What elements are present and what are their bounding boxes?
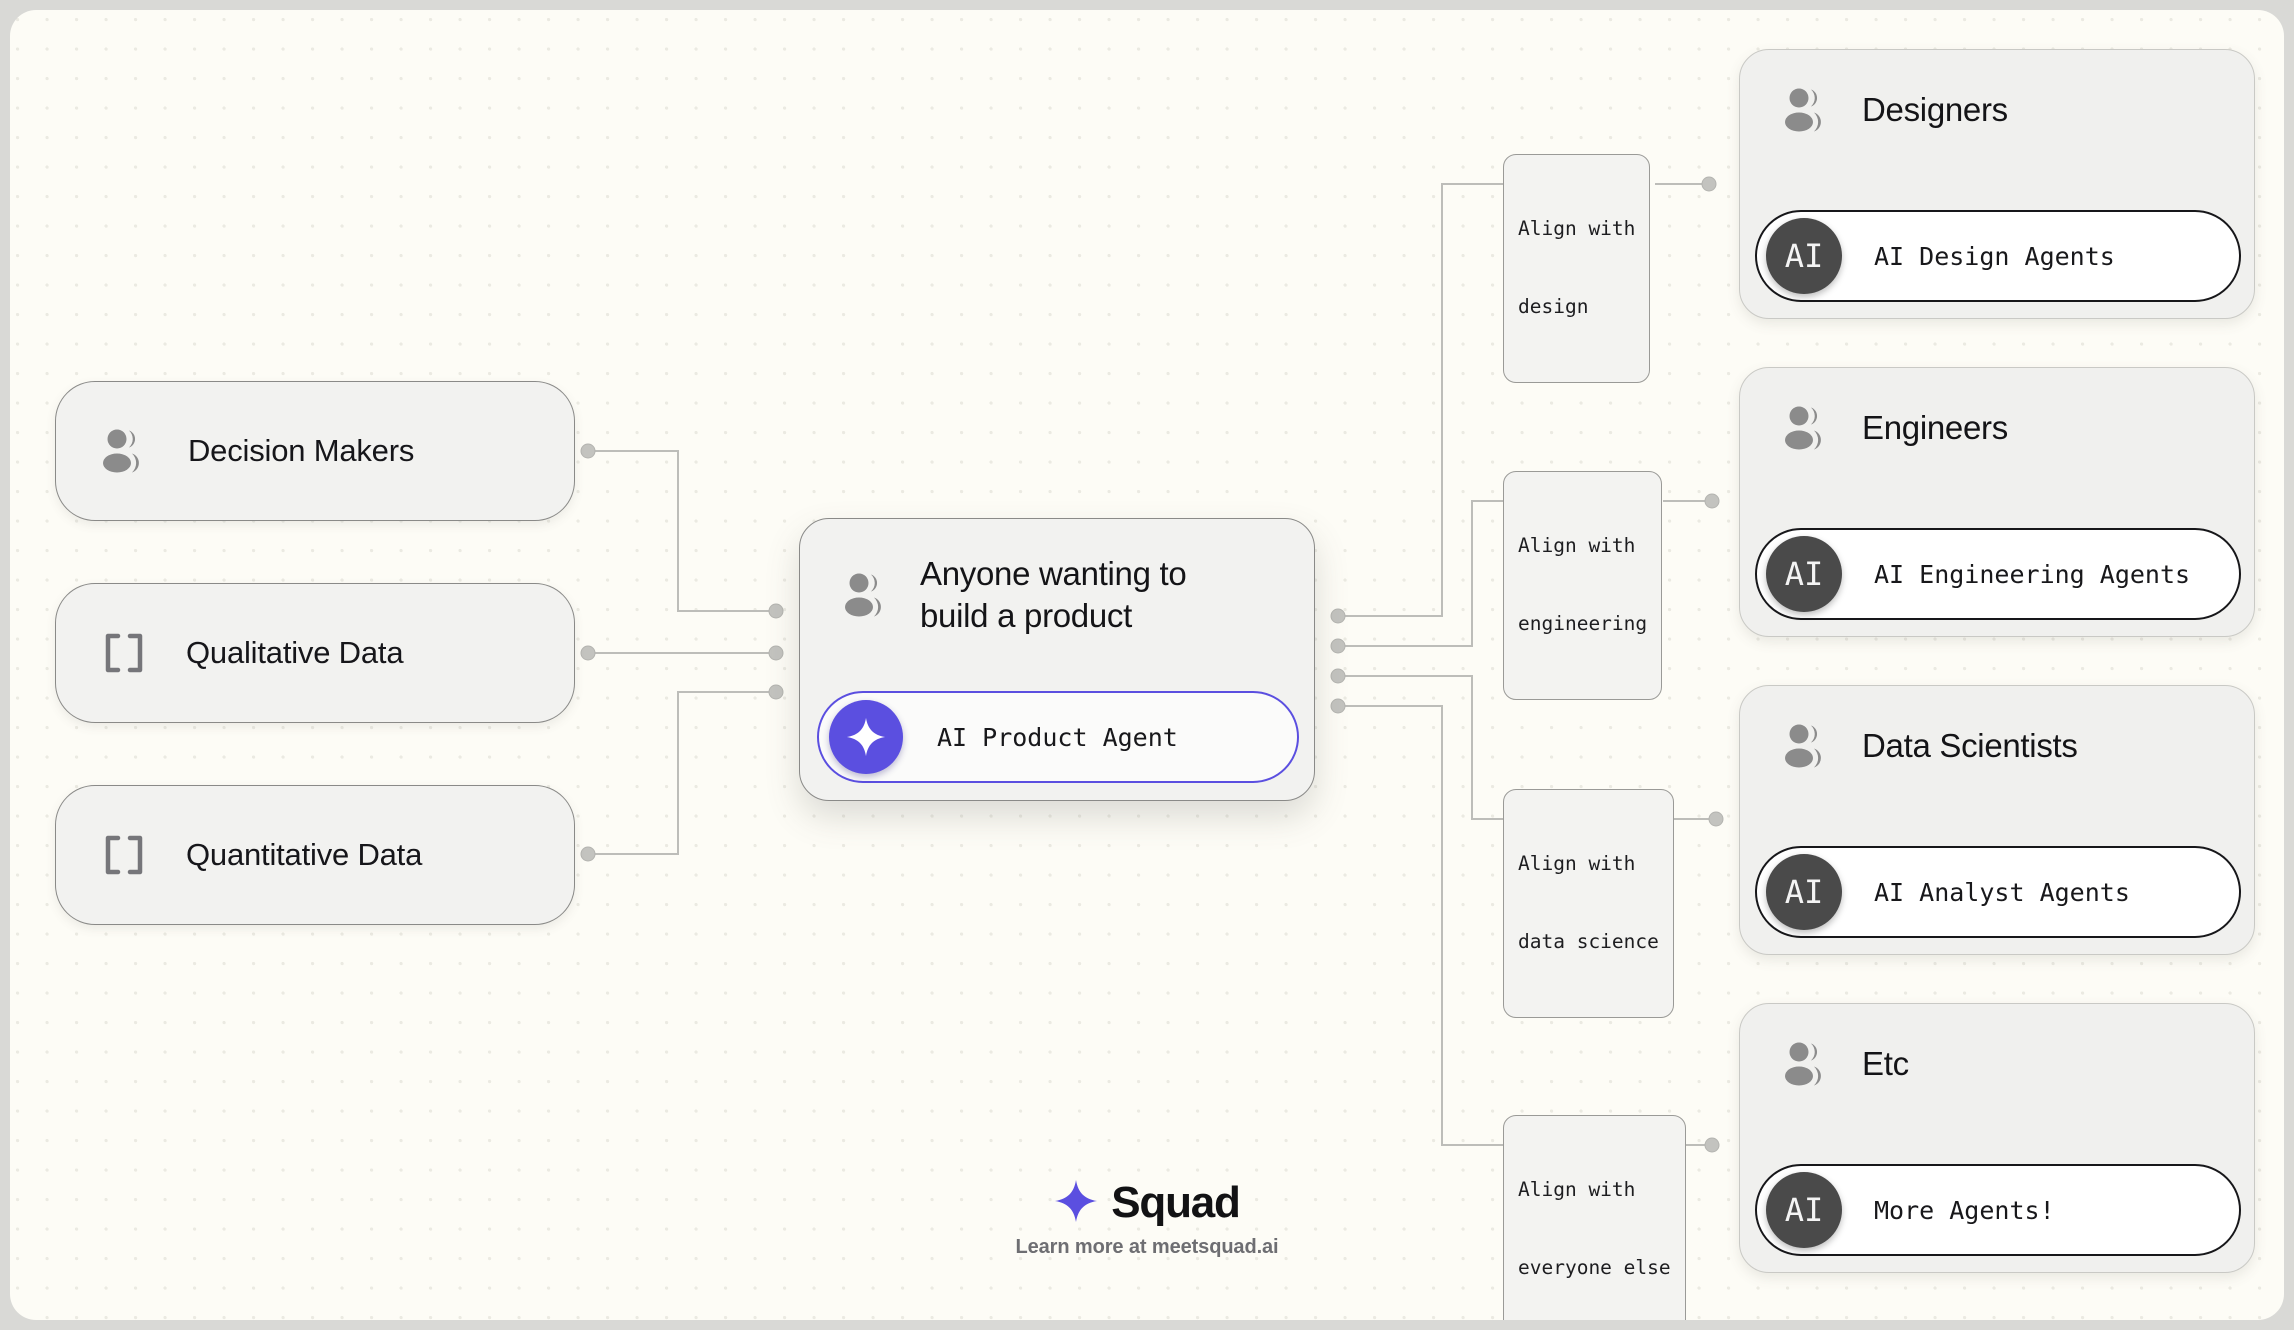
wire-dot xyxy=(768,645,784,661)
brackets-icon xyxy=(102,835,146,875)
people-icon xyxy=(1784,724,1830,768)
brackets-icon xyxy=(102,633,146,673)
wire-dot xyxy=(580,645,596,661)
right-card-title: Engineers xyxy=(1862,409,2008,446)
wire-to-engineering-label xyxy=(1339,500,1503,647)
people-icon xyxy=(102,429,148,473)
wire-dot xyxy=(768,684,784,700)
center-card-title-line2: build a product xyxy=(920,596,1132,634)
card-decision-makers[interactable]: Decision Makers xyxy=(55,381,575,521)
right-card-title: Designers xyxy=(1862,91,2008,128)
card-label: Qualitative Data xyxy=(186,635,404,670)
edge-label-align-with-data-science: Align with data science xyxy=(1503,789,1674,1018)
footer-branding: Squad Learn more at meetsquad.ai xyxy=(10,1178,2284,1259)
sparkle-icon xyxy=(1054,1179,1098,1228)
ai-badge: AI xyxy=(1766,218,1842,294)
people-icon xyxy=(1784,88,1830,132)
sparkle-icon xyxy=(829,700,903,774)
wire-dot xyxy=(1704,1137,1720,1153)
right-card-title: Data Scientists xyxy=(1862,727,2078,764)
edge-label-line2: engineering xyxy=(1518,611,1648,635)
edge-label-line2: design xyxy=(1518,294,1589,318)
center-card-title: Anyone wanting to build a product xyxy=(920,553,1187,636)
edge-label-align-with-engineering: Align with engineering xyxy=(1503,471,1663,700)
card-qualitative-data[interactable]: Qualitative Data xyxy=(55,583,575,723)
brand-tagline: Learn more at meetsquad.ai xyxy=(1015,1236,1279,1258)
ai-agent-label: AI Design Agents xyxy=(1874,241,2115,271)
edge-label-line1: Align with xyxy=(1518,852,1636,876)
right-card-header: Designers xyxy=(1740,50,2254,132)
right-card-header: Data Scientists xyxy=(1740,686,2254,768)
wire-dot xyxy=(1701,176,1717,192)
wire-dot xyxy=(1704,493,1720,509)
wire-quantitative xyxy=(588,691,775,855)
ai-product-agent-pill[interactable]: AI Product Agent xyxy=(817,691,1299,783)
wire-to-everyone-label xyxy=(1339,705,1503,1146)
edge-label-line1: Align with xyxy=(1518,217,1636,241)
right-card-header: Etc xyxy=(1740,1004,2254,1086)
ai-agent-pill[interactable]: AI AI Engineering Agents xyxy=(1755,528,2241,620)
wire-dot xyxy=(1330,608,1346,624)
brand-name: Squad xyxy=(1111,1178,1241,1227)
center-card-title-line1: Anyone wanting to xyxy=(920,555,1187,592)
ai-badge: AI xyxy=(1766,536,1842,612)
card-label: Decision Makers xyxy=(188,433,415,468)
card-anyone-wanting-to-build[interactable]: Anyone wanting to build a product AI Pro… xyxy=(799,518,1315,801)
ai-agent-label: AI Analyst Agents xyxy=(1874,877,2130,907)
people-icon xyxy=(1784,406,1830,450)
right-card-title: Etc xyxy=(1862,1045,1909,1082)
card-label: Quantitative Data xyxy=(186,837,423,872)
wire-dot xyxy=(1330,638,1346,654)
ai-agent-pill[interactable]: AI AI Analyst Agents xyxy=(1755,846,2241,938)
center-card-header: Anyone wanting to build a product xyxy=(800,519,1314,636)
people-icon xyxy=(1784,1042,1830,1086)
wire-to-design-label xyxy=(1339,183,1503,617)
wire-dot xyxy=(768,603,784,619)
card-quantitative-data[interactable]: Quantitative Data xyxy=(55,785,575,925)
right-card-header: Engineers xyxy=(1740,368,2254,450)
wire-dot xyxy=(1330,698,1346,714)
edge-label-align-with-design: Align with design xyxy=(1503,154,1651,383)
ai-agent-pill[interactable]: AI AI Design Agents xyxy=(1755,210,2241,302)
diagram-root: Decision Makers Qualitative Data Quantit… xyxy=(0,0,2294,1330)
card-designers[interactable]: Designers AI AI Design Agents xyxy=(1739,49,2255,319)
wire-dot xyxy=(580,443,596,459)
edge-label-line2: data science xyxy=(1518,929,1659,953)
ai-product-agent-label: AI Product Agent xyxy=(937,722,1178,752)
ai-agent-label: AI Engineering Agents xyxy=(1874,559,2191,589)
wire-to-datascience-label xyxy=(1339,675,1503,820)
ai-badge: AI xyxy=(1766,854,1842,930)
wire-dot xyxy=(1708,811,1724,827)
edge-label-line1: Align with xyxy=(1518,534,1636,558)
card-engineers[interactable]: Engineers AI AI Engineering Agents xyxy=(1739,367,2255,637)
wire-decision-makers xyxy=(588,450,775,612)
brand-row: Squad xyxy=(1054,1178,1241,1228)
diagram-canvas: Decision Makers Qualitative Data Quantit… xyxy=(10,10,2284,1320)
wire-dot xyxy=(1330,668,1346,684)
card-data-scientists[interactable]: Data Scientists AI AI Analyst Agents xyxy=(1739,685,2255,955)
people-icon xyxy=(844,573,890,617)
wire-dot xyxy=(580,846,596,862)
